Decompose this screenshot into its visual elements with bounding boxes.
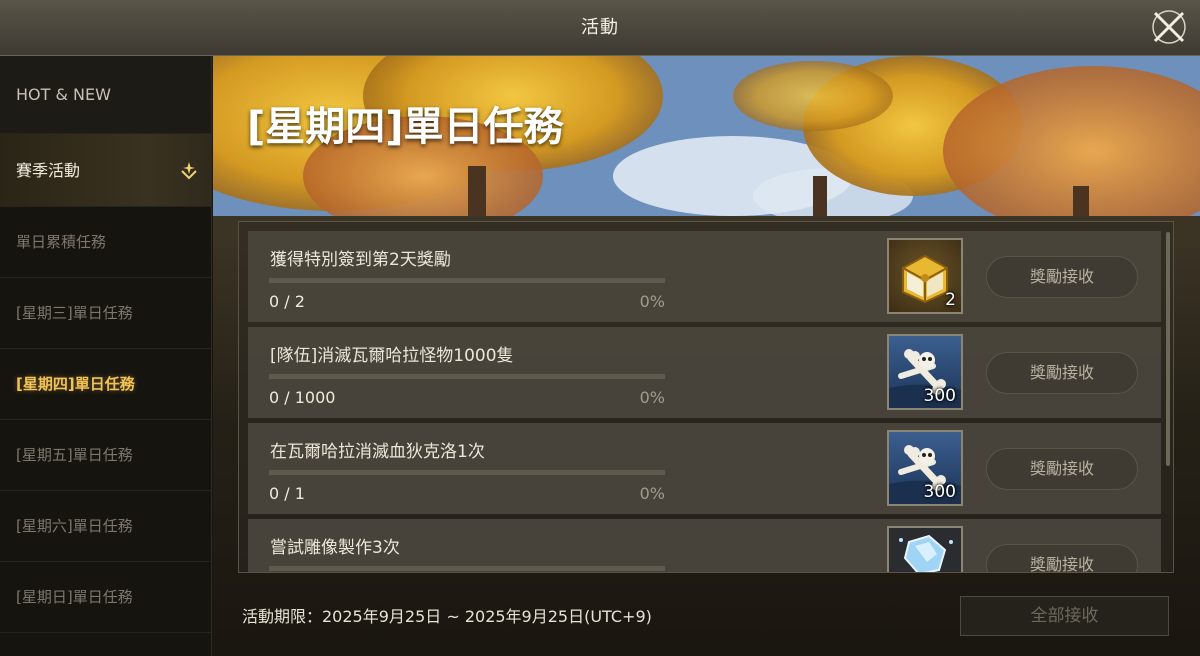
reward-slot[interactable]: 2 xyxy=(887,238,963,314)
expand-arrow-icon xyxy=(181,162,197,180)
mission-name: 嘗試雕像製作3次 xyxy=(270,538,400,558)
claim-reward-button[interactable]: 獎勵接收 xyxy=(986,448,1138,490)
sidebar: HOT & NEW 賽季活動 單日累積任務 [星期三]單日任務 [星期四]單日任… xyxy=(0,56,212,656)
mission-name: 在瓦爾哈拉消滅血狄克洛1次 xyxy=(270,442,485,462)
mission-row: 在瓦爾哈拉消滅血狄克洛1次 0 / 1 0% 300 獎勵接收 xyxy=(248,423,1161,514)
reward-slot[interactable]: 300 xyxy=(887,334,963,410)
sidebar-item-label: [星期四]單日任務 xyxy=(16,375,135,393)
sidebar-item-daily-cumulative[interactable]: 單日累積任務 xyxy=(0,207,211,278)
event-period: 活動期限：2025年9月25日 ~ 2025年9月25日(UTC+9) xyxy=(242,607,652,626)
reward-quantity: 2 xyxy=(945,290,956,310)
mission-progress-bar xyxy=(269,278,665,283)
sidebar-item-friday[interactable]: [星期五]單日任務 xyxy=(0,420,211,491)
sidebar-item-label: HOT & NEW xyxy=(16,85,111,104)
title-bar: 活動 xyxy=(0,0,1200,56)
mission-name: [隊伍]消滅瓦爾哈拉怪物1000隻 xyxy=(270,346,514,366)
sidebar-item-label: 賽季活動 xyxy=(16,161,81,180)
mission-percent: 0% xyxy=(639,388,665,407)
mission-row: [隊伍]消滅瓦爾哈拉怪物1000隻 0 / 1000 0% 300 獎勵接收 xyxy=(248,327,1161,418)
reward-quantity: 300 xyxy=(923,386,956,406)
sidebar-item-label: 單日累積任務 xyxy=(16,233,107,251)
scrollbar[interactable] xyxy=(1166,232,1170,466)
reward-slot[interactable] xyxy=(887,526,963,572)
close-button[interactable] xyxy=(1150,8,1188,46)
sidebar-item-label: [星期日]單日任務 xyxy=(16,588,133,606)
page-title: [星期四]單日任務 xyxy=(247,104,564,150)
sidebar-item-season-events[interactable]: 賽季活動 xyxy=(0,134,211,207)
claim-all-button[interactable]: 全部接收 xyxy=(960,596,1169,636)
sidebar-item-wednesday[interactable]: [星期三]單日任務 xyxy=(0,278,211,349)
claim-reward-button[interactable]: 獎勵接收 xyxy=(986,256,1138,298)
sidebar-item-label: [星期五]單日任務 xyxy=(16,446,133,464)
sidebar-item-saturday[interactable]: [星期六]單日任務 xyxy=(0,491,211,562)
crystal-icon xyxy=(899,534,953,572)
mission-percent: 0% xyxy=(639,292,665,311)
sidebar-item-label: [星期六]單日任務 xyxy=(16,517,133,535)
sidebar-item-label: [星期三]單日任務 xyxy=(16,304,133,322)
mission-list[interactable]: 獲得特別簽到第2天獎勵 0 / 2 0% 2 獎勵接收 [隊伍]消滅瓦爾哈拉怪物… xyxy=(238,221,1174,573)
mission-row: 嘗試雕像製作3次 獎勵接收 xyxy=(248,519,1161,572)
mission-count: 0 / 1 xyxy=(269,484,305,503)
sidebar-item-thursday[interactable]: [星期四]單日任務 xyxy=(0,349,211,420)
claim-reward-button[interactable]: 獎勵接收 xyxy=(986,352,1138,394)
reward-slot[interactable]: 300 xyxy=(887,430,963,506)
mission-progress-bar xyxy=(269,374,665,379)
mission-progress-bar xyxy=(269,470,665,475)
mission-count: 0 / 2 xyxy=(269,292,305,311)
sidebar-item-sunday[interactable]: [星期日]單日任務 xyxy=(0,562,211,633)
mission-percent: 0% xyxy=(639,484,665,503)
mission-count: 0 / 1000 xyxy=(269,388,336,407)
mission-row: 獲得特別簽到第2天獎勵 0 / 2 0% 2 獎勵接收 xyxy=(248,231,1161,322)
close-icon xyxy=(1152,10,1186,44)
sidebar-item-hot-new[interactable]: HOT & NEW xyxy=(0,56,211,134)
mission-progress-bar xyxy=(269,566,665,571)
main-content: [星期四]單日任務 獲得特別簽到第2天獎勵 0 / 2 0% 2 獎勵接收 [隊… xyxy=(213,56,1200,656)
reward-quantity: 300 xyxy=(923,482,956,502)
claim-reward-button[interactable]: 獎勵接收 xyxy=(986,544,1138,572)
window-title: 活動 xyxy=(581,17,619,38)
mission-name: 獲得特別簽到第2天獎勵 xyxy=(270,250,451,270)
